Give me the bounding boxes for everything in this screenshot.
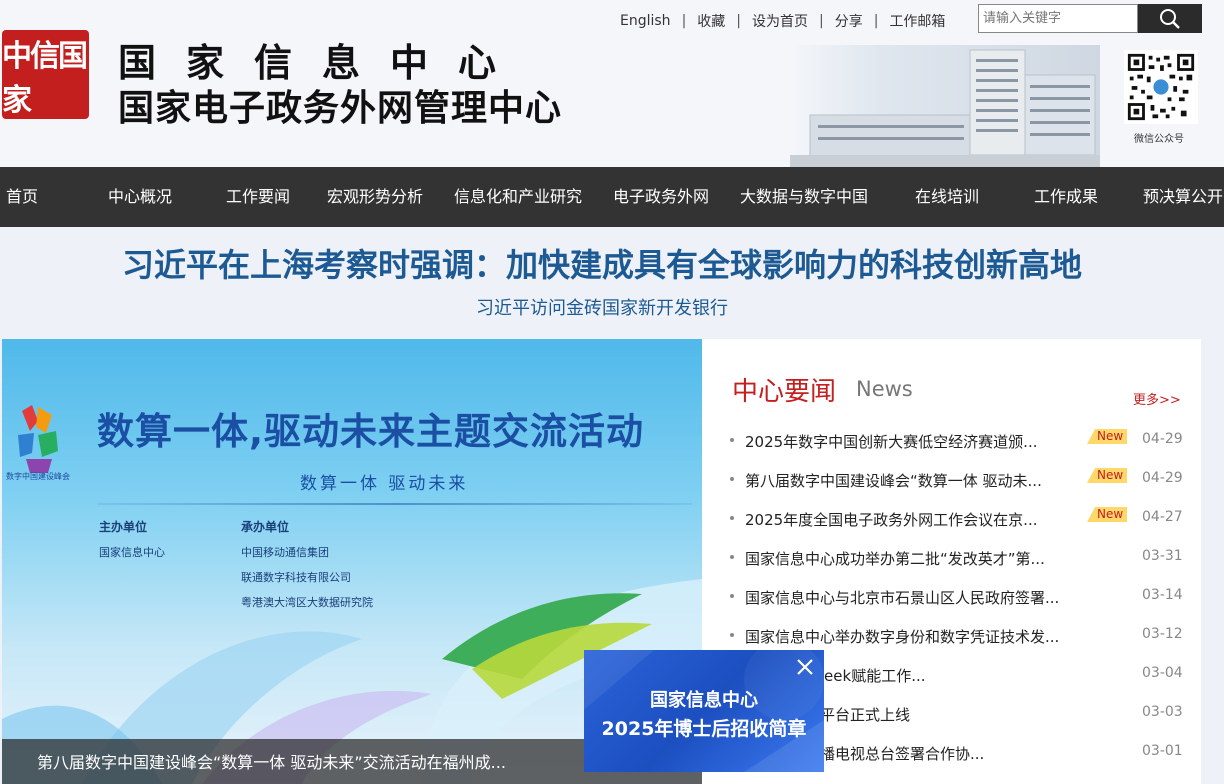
- news-item-title[interactable]: 2025年数字中国创新大赛低空经济赛道颁...: [745, 431, 1081, 452]
- news-item[interactable]: 第八届数字中国建设峰会“数算一体 驱动未... New 04-29: [730, 468, 1190, 494]
- news-item-title[interactable]: 国家信息中心成功举办第二批“发改英才”第...: [745, 548, 1081, 569]
- news-item[interactable]: 国家信息中心与北京市石景山区人民政府签署... 03-14: [730, 587, 1190, 611]
- news-item-date: 04-27: [1142, 509, 1183, 525]
- divider: |: [873, 13, 879, 29]
- nav-big-data[interactable]: 大数据与数字中国: [740, 167, 868, 227]
- divider: |: [681, 13, 687, 29]
- news-item-date: 04-29: [1142, 431, 1183, 447]
- logo-glyphs: 中信国家: [2, 38, 88, 118]
- nav-work-news[interactable]: 工作要闻: [226, 167, 290, 227]
- search-button[interactable]: [1138, 4, 1202, 33]
- banner-subtitle: 数算一体 驱动未来: [300, 474, 469, 494]
- organizer-name: 中国移动通信集团: [241, 546, 329, 559]
- popup-line2: 2025年博士后招收简章: [601, 718, 807, 740]
- banner-caption[interactable]: 第八届数字中国建设峰会“数算一体 驱动未来”交流活动在福州成...: [37, 749, 506, 773]
- news-item[interactable]: 2025年度全国电子政务外网工作会议在京... New 04-27: [730, 507, 1190, 533]
- divider: |: [736, 13, 741, 29]
- summit-logo: [18, 405, 58, 473]
- new-badge: New: [1087, 507, 1128, 522]
- site-logo[interactable]: 中信国家: [2, 30, 89, 119]
- link-set-homepage[interactable]: 设为首页: [752, 11, 808, 31]
- news-item-title[interactable]: 第八届数字中国建设峰会“数算一体 驱动未...: [745, 470, 1081, 491]
- headline-title[interactable]: 习近平在上海考察时强调：加快建成具有全球影响力的科技创新高地: [0, 240, 1204, 286]
- host-block: 主办单位 国家信息中心: [99, 515, 165, 565]
- new-badge: New: [1087, 468, 1128, 483]
- news-item-date: 04-29: [1142, 470, 1183, 486]
- nav-about[interactable]: 中心概况: [108, 167, 172, 227]
- bullet-icon: [730, 555, 734, 559]
- link-share[interactable]: 分享: [835, 11, 863, 31]
- news-item-date: 03-01: [1142, 743, 1183, 759]
- news-item-date: 03-31: [1142, 548, 1183, 564]
- close-icon[interactable]: [794, 656, 816, 678]
- nav-home[interactable]: 首页: [6, 167, 38, 227]
- nav-achievements[interactable]: 工作成果: [1034, 167, 1098, 227]
- banner-divider: [97, 503, 692, 505]
- qr-caption: 微信公众号: [1134, 134, 1184, 145]
- recruitment-popup[interactable]: 国家信息中心 2025年博士后招收简章: [584, 650, 824, 772]
- news-section-title-en: News: [856, 377, 913, 401]
- bullet-icon: [730, 438, 734, 442]
- bullet-icon: [730, 516, 734, 520]
- nav-egov-extranet[interactable]: 电子政务外网: [613, 167, 709, 227]
- news-section-title: 中心要闻: [732, 377, 837, 407]
- search-input[interactable]: [978, 4, 1138, 33]
- nav-budget-disclosure[interactable]: 预决算公开: [1143, 167, 1223, 227]
- divider: |: [819, 13, 824, 29]
- organizer-name: 联通数字科技有限公司: [241, 571, 351, 584]
- news-item[interactable]: 国家信息中心举办数字身份和数字凭证技术发... 03-12: [730, 626, 1190, 650]
- summit-logo-text: 数字中国建设峰会: [6, 472, 70, 481]
- banner-title: 数算一体,驱动未来主题交流活动: [97, 410, 645, 453]
- news-item-title[interactable]: 2025年度全国电子政务外网工作会议在京...: [745, 509, 1081, 530]
- news-item-title[interactable]: 国家信息中心举办数字身份和数字凭证技术发...: [745, 626, 1081, 647]
- org-title-secondary: 国家电子政务外网管理中心: [118, 87, 563, 129]
- link-english[interactable]: English: [620, 13, 671, 29]
- link-favorite[interactable]: 收藏: [697, 11, 725, 31]
- organizer-block: 承办单位 中国移动通信集团 联通数字科技有限公司 粤港澳大湾区大数据研究院: [241, 515, 373, 615]
- bullet-icon: [730, 594, 734, 598]
- host-label: 主办单位: [99, 520, 148, 534]
- organizer-name: 粤港澳大湾区大数据研究院: [241, 596, 373, 609]
- bullet-icon: [730, 477, 734, 481]
- bullet-icon: [730, 633, 734, 637]
- nav-macro-analysis[interactable]: 宏观形势分析: [327, 167, 423, 227]
- host-name: 国家信息中心: [99, 546, 165, 559]
- search-icon: [1160, 8, 1180, 29]
- nav-online-training[interactable]: 在线培训: [915, 167, 979, 227]
- site-header: 中信国家 国家信息中心 国家电子政务外网管理中心 English | 收藏 | …: [0, 0, 1224, 167]
- main-nav: 首页 中心概况 工作要闻 宏观形势分析 信息化和产业研究 电子政务外网 大数据与…: [0, 167, 1224, 227]
- wechat-qr-code: [1124, 50, 1198, 124]
- new-badge: New: [1087, 429, 1128, 444]
- news-more-link[interactable]: 更多>>: [1133, 389, 1181, 408]
- popup-line1: 国家信息中心: [650, 690, 758, 711]
- top-links: English | 收藏 | 设为首页 | 分享 | 工作邮箱: [620, 11, 945, 31]
- news-item-title[interactable]: 国家信息中心与北京市石景山区人民政府签署...: [745, 587, 1081, 608]
- organizer-label: 承办单位: [241, 520, 290, 534]
- news-item[interactable]: 国家信息中心成功举办第二批“发改英才”第... 03-31: [730, 548, 1190, 572]
- news-item-date: 03-14: [1142, 587, 1183, 603]
- news-item-date: 03-04: [1142, 665, 1183, 681]
- nav-industry-research[interactable]: 信息化和产业研究: [454, 167, 582, 227]
- news-item-date: 03-12: [1142, 626, 1183, 642]
- news-item[interactable]: 2025年数字中国创新大赛低空经济赛道颁... New 04-29: [730, 429, 1190, 455]
- headline-subtitle[interactable]: 习近平访问金砖国家新开发银行: [0, 294, 1204, 320]
- building-image: [790, 45, 1100, 167]
- news-item-date: 03-03: [1142, 704, 1183, 720]
- link-work-email[interactable]: 工作邮箱: [889, 11, 945, 31]
